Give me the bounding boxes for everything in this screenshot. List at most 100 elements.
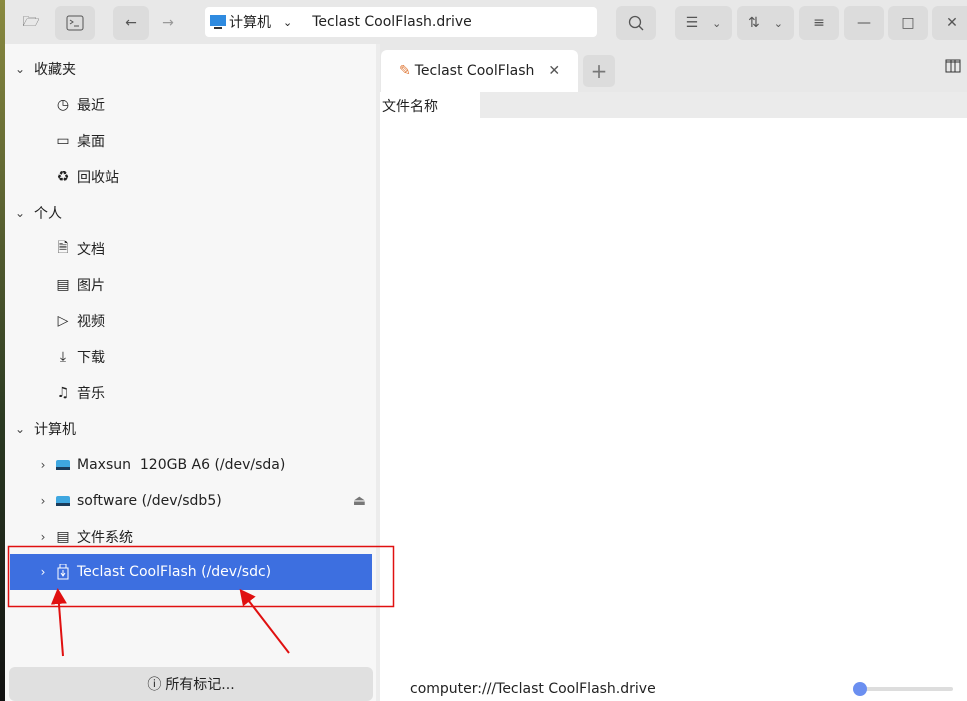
tag-icon: ✎ [399,63,411,79]
all-tags-button[interactable]: ⓘ所有标记... [9,667,373,701]
column-header: 文件名称 [380,92,967,118]
chevron-down-icon: ⌄ [774,17,783,30]
hamburger-icon: ≡ [813,15,825,31]
sidebar-item-filesystem[interactable]: ›▤文件系统 [10,520,376,554]
sidebar-item-label: 文件系统 [77,527,133,547]
sidebar-item-label: 最近 [77,95,105,115]
new-tab-button[interactable]: + [583,55,615,87]
sidebar-item-downloads[interactable]: ⤓下载 [10,340,376,374]
sidebar-item-desktop[interactable]: ▭桌面 [10,124,376,158]
chevron-down-icon[interactable]: ⌄ [283,16,292,29]
harddisk-icon: ▤ [53,529,73,545]
desktop-icon: ▭ [53,133,73,149]
view-mode-button[interactable]: ☰⌄ [675,6,732,40]
sidebar-item-label: 音乐 [77,383,105,403]
tab-teclast-coolflash[interactable]: ✎Teclast CoolFlash ✕ [381,50,578,92]
sidebar-item-maxsun[interactable]: › Maxsun 120GB A6 (/dev/sda) [10,448,376,482]
all-tags-label: 所有标记... [165,674,234,694]
music-icon: ♫ [53,385,73,401]
file-view: ✎Teclast CoolFlash ✕ + 文件名称 computer:///T… [380,44,967,701]
sidebar-item-pictures[interactable]: ▤图片 [10,268,376,302]
plus-icon: + [591,59,608,83]
minimize-button[interactable]: — [844,6,884,40]
zoom-slider[interactable] [855,687,953,691]
arrow-right-icon: → [162,15,174,31]
usb-icon [53,564,73,580]
drive-icon [53,459,73,471]
video-icon: ▷ [53,313,73,329]
chevron-down-icon: ⌄ [10,422,30,436]
download-icon: ⤓ [53,349,73,365]
tab-label: Teclast CoolFlash [415,63,535,79]
address-path[interactable]: Teclast CoolFlash.drive [312,14,472,30]
address-bar[interactable]: 计算机 ⌄ Teclast CoolFlash.drive [205,7,597,37]
info-icon: ⓘ [147,674,161,694]
column-settings-button[interactable] [945,59,961,77]
list-view-icon: ☰ [686,15,699,31]
sidebar-item-label: Maxsun 120GB A6 (/dev/sda) [77,457,285,473]
sidebar: ⌄收藏夹 ◷最近 ▭桌面 ♻回收站 ⌄个人 🗎文档 ▤图片 ▷视频 ⤓下载 ♫音… [5,44,376,701]
trash-icon: ♻ [53,169,73,185]
sidebar-item-label: 下载 [77,347,105,367]
sidebar-group-personal[interactable]: ⌄ 个人 [10,196,376,230]
sidebar-item-recent[interactable]: ◷最近 [10,88,376,122]
chevron-down-icon: ⌄ [10,206,30,220]
sort-icon: ⇅ [748,15,760,31]
sidebar-item-label: 桌面 [77,131,105,151]
sidebar-item-label: 图片 [77,275,105,295]
group-label: 收藏夹 [34,59,76,79]
image-icon: ▤ [53,277,73,293]
group-label: 计算机 [34,419,76,439]
terminal-button[interactable] [55,6,95,40]
forward-button[interactable]: → [151,6,185,40]
chevron-down-icon: ⌄ [712,17,721,30]
sidebar-item-label: software (/dev/sdb5) [77,493,222,509]
close-button[interactable]: ✕ [932,6,967,40]
sidebar-item-label: 文档 [77,239,105,259]
folder-add-icon: 🗁 [22,11,39,35]
sort-button[interactable]: ⇅⌄ [737,6,794,40]
maximize-button[interactable]: □ [888,6,928,40]
close-tab-icon[interactable]: ✕ [548,63,560,79]
chevron-right-icon[interactable]: › [33,565,53,579]
sidebar-item-label: 回收站 [77,167,119,187]
sidebar-item-trash[interactable]: ♻回收站 [10,160,376,194]
zoom-slider-handle[interactable] [853,682,867,696]
chevron-down-icon: ⌄ [10,62,30,76]
sidebar-item-teclast-coolflash[interactable]: › Teclast CoolFlash (/dev/sdc) [10,554,372,590]
sidebar-item-label: Teclast CoolFlash (/dev/sdc) [77,564,271,580]
eject-icon[interactable]: ⏏ [353,493,366,509]
address-root[interactable]: 计算机 [229,12,271,32]
column-header-bar [480,92,967,118]
sidebar-item-label: 视频 [77,311,105,331]
computer-icon [209,14,227,30]
minimize-icon: — [857,15,871,31]
chevron-right-icon[interactable]: › [33,458,53,472]
new-folder-button[interactable]: 🗁 [15,6,47,40]
drive-icon [53,495,73,507]
sidebar-item-music[interactable]: ♫音乐 [10,376,376,410]
menu-button[interactable]: ≡ [799,6,839,40]
sidebar-item-videos[interactable]: ▷视频 [10,304,376,338]
terminal-icon [66,15,84,31]
chevron-right-icon[interactable]: › [33,494,53,508]
status-path: computer:///Teclast CoolFlash.drive [410,681,656,697]
search-button[interactable] [616,6,656,40]
back-button[interactable]: ← [113,6,149,40]
columns-icon [945,59,961,73]
document-icon: 🗎 [53,237,73,261]
chevron-right-icon[interactable]: › [33,530,53,544]
close-icon: ✕ [946,15,958,31]
sidebar-group-favorites[interactable]: ⌄ 收藏夹 [10,52,376,86]
sidebar-item-software[interactable]: › software (/dev/sdb5) ⏏ [10,484,376,518]
header-bar: 🗁 ← → 计算机 ⌄ Teclast CoolFlash.drive ☰⌄ ⇅… [5,0,967,44]
search-icon [628,15,644,31]
sidebar-item-documents[interactable]: 🗎文档 [10,232,376,266]
maximize-icon: □ [901,15,914,31]
arrow-left-icon: ← [125,15,137,31]
clock-icon: ◷ [53,97,73,113]
group-label: 个人 [34,203,62,223]
sidebar-group-computer[interactable]: ⌄ 计算机 [10,412,376,446]
column-header-name[interactable]: 文件名称 [382,96,438,116]
tab-bar: ✎Teclast CoolFlash ✕ + [380,44,967,92]
